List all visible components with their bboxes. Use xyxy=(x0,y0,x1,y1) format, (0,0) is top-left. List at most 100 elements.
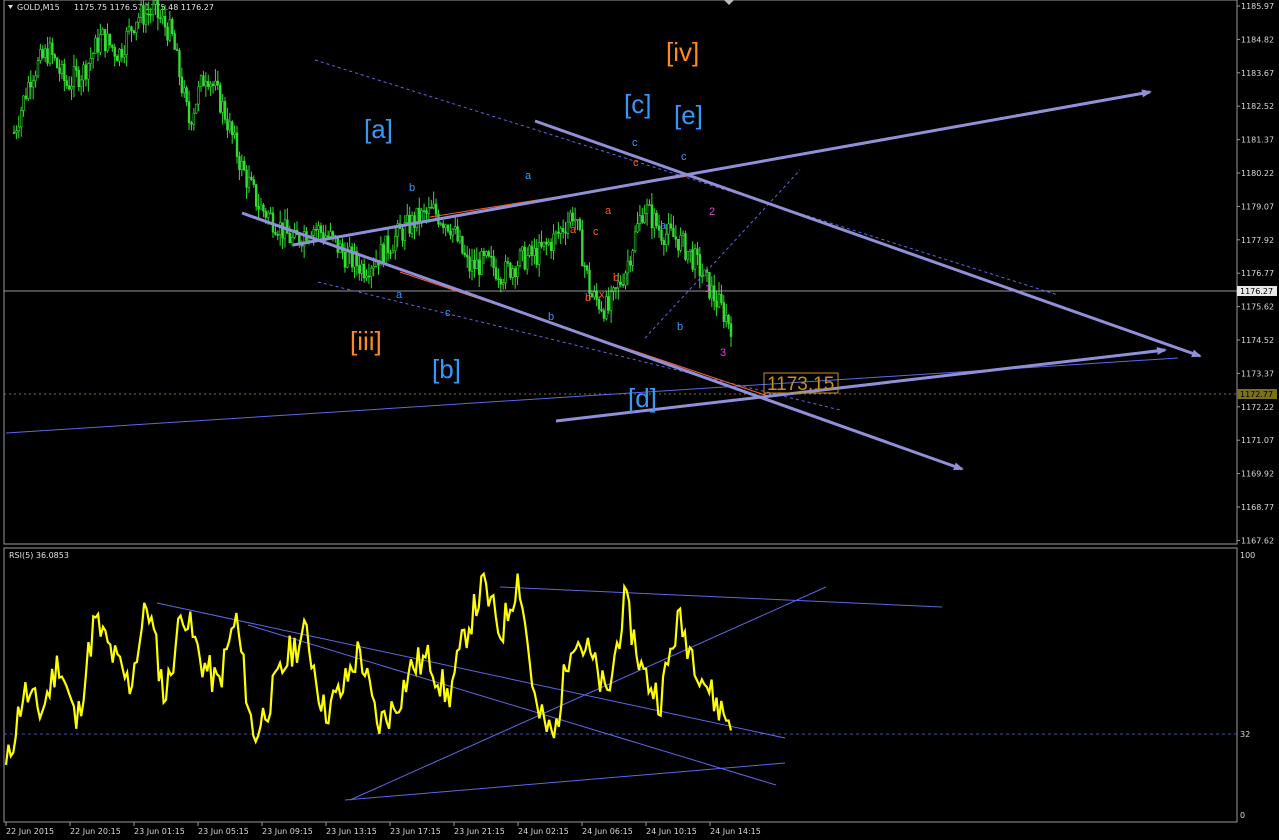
rising-upper-trendline[interactable] xyxy=(292,89,1152,247)
candle-body xyxy=(219,84,222,113)
shift-marker-icon[interactable] xyxy=(724,0,734,5)
candle-body xyxy=(358,265,361,274)
candle-body xyxy=(96,37,100,53)
candle-body xyxy=(406,214,409,223)
candle-body xyxy=(557,231,560,234)
candle-body xyxy=(533,248,536,256)
time-tick-label: 23 Jun 05:15 xyxy=(198,827,249,836)
candle-body xyxy=(470,260,474,272)
candle-body xyxy=(698,254,702,277)
candle-body xyxy=(384,235,387,264)
candle-body xyxy=(123,54,126,58)
candle-body xyxy=(346,251,349,268)
candle-body xyxy=(513,268,517,278)
candle-body xyxy=(370,267,373,277)
candle-body xyxy=(545,241,548,245)
candle-body xyxy=(331,231,335,236)
candle-body xyxy=(84,64,88,80)
candle-body xyxy=(561,228,565,233)
candle-body xyxy=(713,285,716,302)
candle-body xyxy=(382,244,385,264)
candle-body xyxy=(485,251,488,256)
candle-body xyxy=(540,241,543,247)
candle-body xyxy=(154,0,157,5)
candle-body xyxy=(715,300,718,308)
candle-body xyxy=(192,112,196,125)
candle-body xyxy=(51,42,54,55)
wave-label-small: c xyxy=(593,226,599,238)
collapse-arrow-icon[interactable] xyxy=(8,5,13,9)
candle-body xyxy=(643,213,646,223)
candle-body xyxy=(528,245,531,256)
candle-body xyxy=(94,37,97,54)
candle-body xyxy=(70,85,73,90)
candle-body xyxy=(180,76,184,94)
candle-body xyxy=(274,231,277,235)
candle-body xyxy=(593,291,596,298)
candle-body xyxy=(55,57,59,69)
candle-body xyxy=(317,225,320,230)
rsi-axis-level: 32 xyxy=(1240,730,1250,739)
dashed-lower-channel xyxy=(317,281,841,411)
wave-label-big: [b] xyxy=(432,354,461,384)
candle-body xyxy=(600,308,603,311)
candle-body xyxy=(662,240,666,246)
candle-body xyxy=(125,30,128,56)
candle-body xyxy=(578,219,582,231)
candle-body xyxy=(142,4,145,25)
candle-body xyxy=(427,207,431,214)
price-tick-label: 1171.07 xyxy=(1241,436,1274,445)
candle-body xyxy=(386,235,390,254)
candle-body xyxy=(521,246,524,252)
candle-body xyxy=(653,212,656,229)
candle-body xyxy=(312,228,315,236)
thin-trendlines xyxy=(5,59,1179,434)
wave-label-small: a xyxy=(660,220,667,232)
candle-body xyxy=(430,207,433,209)
candle-body xyxy=(29,81,32,88)
candle-body xyxy=(77,70,80,88)
candle-body xyxy=(655,212,658,227)
candle-body xyxy=(221,101,224,113)
candle-body xyxy=(288,233,291,243)
candle-body xyxy=(602,310,606,319)
candle-body xyxy=(281,222,284,239)
candle-body xyxy=(451,228,455,236)
candle-body xyxy=(693,248,697,270)
candle-body xyxy=(231,121,234,136)
candle-body xyxy=(648,204,651,207)
candle-body xyxy=(629,260,632,266)
wave-label-small: a xyxy=(396,289,403,301)
candle-body xyxy=(674,236,678,240)
candle-body xyxy=(677,239,680,251)
wave-label-small: b xyxy=(409,182,415,194)
candle-body xyxy=(641,215,644,223)
dashed-upper-channel xyxy=(314,59,1059,296)
candle-body xyxy=(226,119,229,131)
candle-body xyxy=(89,58,92,64)
price-tick-label: 1181.37 xyxy=(1241,136,1274,145)
candle-body xyxy=(609,291,613,311)
candle-body xyxy=(564,231,567,234)
candle-body xyxy=(168,19,172,41)
candle-body xyxy=(46,48,49,64)
candle-body xyxy=(585,265,589,271)
candle-body xyxy=(151,3,155,15)
wave-label-small: c xyxy=(633,157,639,169)
candle-body xyxy=(669,223,673,229)
price-tick-label: 1179.07 xyxy=(1241,202,1274,211)
price-axis: 1185.97 1184.82 1183.67 1182.52 1181.37 1180.… xyxy=(1237,2,1274,545)
wave-label-big: [iv] xyxy=(666,37,699,67)
time-tick-label: 22 Jun 20:15 xyxy=(70,827,121,836)
candle-body xyxy=(581,229,584,267)
current-price-value: 1176.27 xyxy=(1240,287,1273,296)
candle-body xyxy=(454,226,457,230)
candle-body xyxy=(576,219,579,221)
candle-body xyxy=(554,231,558,235)
price-tick-label: 1183.67 xyxy=(1241,69,1274,78)
candle-body xyxy=(195,103,198,114)
symbol-label: GOLD,M15 xyxy=(17,3,60,12)
candle-body xyxy=(535,248,538,265)
wave-label-small: b xyxy=(677,321,683,333)
candle-body xyxy=(113,47,116,57)
